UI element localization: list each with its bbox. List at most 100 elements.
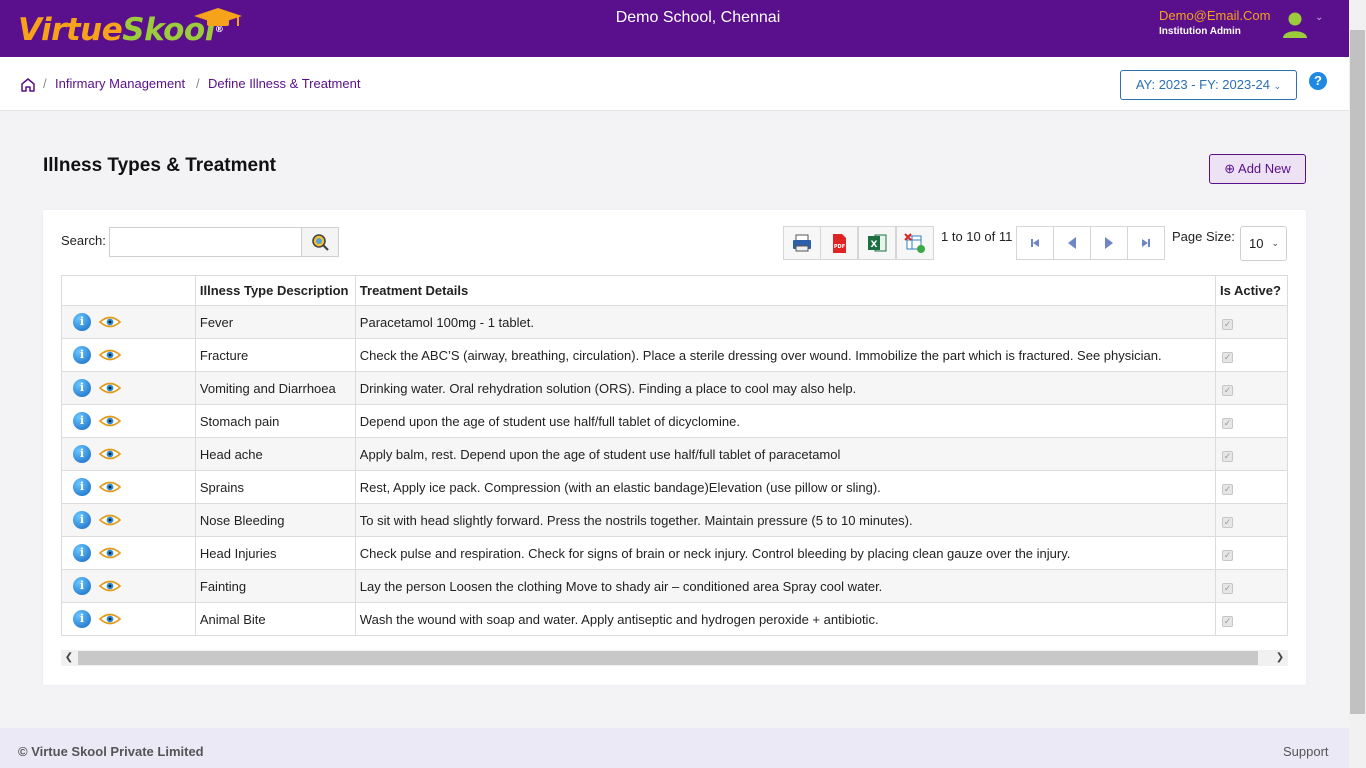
table-row: i Fever Paracetamol 100mg - 1 tablet. ✓ [61, 305, 1288, 339]
table-row: i Sprains Rest, Apply ice pack. Compressio… [61, 470, 1288, 504]
last-page-button[interactable] [1127, 226, 1165, 260]
graduation-cap-icon [194, 8, 242, 26]
info-icon[interactable]: i [73, 610, 91, 628]
printer-icon [793, 234, 811, 252]
info-icon[interactable]: i [73, 445, 91, 463]
treatment-cell: Check the ABC’S (airway, breathing, circ… [354, 338, 1217, 372]
chevron-down-icon[interactable]: ⌄ [1315, 12, 1323, 23]
scroll-right-icon[interactable]: ❯ [1272, 650, 1288, 666]
treatment-cell: Lay the person Loosen the clothing Move … [354, 569, 1217, 603]
column-header-illness[interactable]: Illness Type Description [194, 275, 356, 306]
table-horizontal-scrollbar[interactable]: ❮ ❯ [61, 650, 1288, 666]
page-scrollbar-thumb[interactable] [1350, 30, 1365, 714]
eye-icon[interactable] [99, 447, 121, 461]
active-cell: ✓ [1215, 569, 1288, 603]
first-page-button[interactable] [1016, 226, 1054, 260]
breadcrumb: / Infirmary Management / Define Illness … [0, 57, 1349, 111]
active-checkbox[interactable]: ✓ [1222, 582, 1233, 594]
table-scrollbar-thumb[interactable] [78, 651, 1258, 665]
eye-icon[interactable] [99, 315, 121, 329]
app-logo[interactable]: VirtueSkool® [18, 8, 242, 52]
info-icon[interactable]: i [73, 346, 91, 364]
active-checkbox[interactable]: ✓ [1222, 417, 1233, 429]
user-avatar-icon[interactable] [1282, 11, 1308, 39]
treatment-cell: Depend upon the age of student use half/… [354, 404, 1217, 438]
table-row: i Stomach pain Depend upon the age of stud… [61, 404, 1288, 438]
row-actions: i [61, 602, 196, 636]
treatment-cell: Drinking water. Oral rehydration solutio… [354, 371, 1217, 405]
active-checkbox[interactable]: ✓ [1222, 318, 1233, 330]
active-cell: ✓ [1215, 437, 1288, 471]
search-label: Search: [61, 233, 106, 248]
active-cell: ✓ [1215, 305, 1288, 339]
illness-cell: Head Injuries [194, 536, 356, 570]
table-row: i Vomiting and Diarrhoea Drinking water. O… [61, 371, 1288, 405]
eye-icon[interactable] [99, 612, 121, 626]
table-row: i Animal Bite Wash the wound with soap and… [61, 602, 1288, 636]
info-icon[interactable]: i [73, 412, 91, 430]
column-header-active[interactable]: Is Active? [1215, 275, 1288, 306]
scroll-left-icon[interactable]: ❮ [61, 650, 77, 666]
treatment-cell: Apply balm, rest. Depend upon the age of… [354, 437, 1217, 471]
help-icon[interactable]: ? [1309, 72, 1327, 90]
svg-text:X: X [871, 240, 878, 250]
active-cell: ✓ [1215, 338, 1288, 372]
table-row: i Head Injuries Check pulse and respiratio… [61, 536, 1288, 570]
search-input[interactable] [109, 227, 302, 257]
info-icon[interactable]: i [73, 379, 91, 397]
active-checkbox[interactable]: ✓ [1222, 384, 1233, 396]
previous-page-icon [1068, 237, 1076, 249]
active-checkbox[interactable]: ✓ [1222, 549, 1233, 561]
eye-icon[interactable] [99, 579, 121, 593]
add-new-button[interactable]: ⊕ Add New [1209, 154, 1306, 184]
illness-cell: Animal Bite [194, 602, 356, 636]
next-page-button[interactable] [1090, 226, 1128, 260]
illness-cell: Nose Bleeding [194, 503, 356, 537]
eye-icon[interactable] [99, 414, 121, 428]
active-checkbox[interactable]: ✓ [1222, 615, 1233, 627]
copyright-text: © Virtue Skool Private Limited [18, 744, 204, 759]
active-checkbox[interactable]: ✓ [1222, 450, 1233, 462]
user-email[interactable]: Demo@Email.Com [1159, 8, 1270, 23]
column-chooser-button[interactable] [896, 226, 934, 260]
illness-cell: Vomiting and Diarrhoea [194, 371, 356, 405]
export-excel-button[interactable]: X [858, 226, 896, 260]
eye-icon[interactable] [99, 348, 121, 362]
search-button[interactable] [301, 227, 339, 257]
chevron-down-icon: ⌄ [1271, 238, 1279, 248]
illness-cell: Fever [194, 305, 356, 339]
info-icon[interactable]: i [73, 544, 91, 562]
treatment-cell: Rest, Apply ice pack. Compression (with … [354, 470, 1217, 504]
illness-cell: Sprains [194, 470, 356, 504]
print-button[interactable] [783, 226, 821, 260]
breadcrumb-infirmary-management[interactable]: Infirmary Management [55, 76, 185, 91]
eye-icon[interactable] [99, 513, 121, 527]
info-icon[interactable]: i [73, 511, 91, 529]
info-icon[interactable]: i [73, 478, 91, 496]
illness-cell: Head ache [194, 437, 356, 471]
page-size-label: Page Size: [1172, 229, 1235, 244]
info-icon[interactable]: i [73, 313, 91, 331]
home-icon[interactable] [20, 77, 36, 93]
excel-icon: X [868, 234, 887, 252]
active-cell: ✓ [1215, 371, 1288, 405]
support-link[interactable]: Support [1283, 744, 1329, 759]
active-checkbox[interactable]: ✓ [1222, 483, 1233, 495]
illness-table: Illness Type Description Treatment Detai… [61, 275, 1288, 636]
academic-year-dropdown[interactable]: AY: 2023 - FY: 2023-24 ⌄ [1120, 70, 1297, 100]
breadcrumb-define-illness[interactable]: Define Illness & Treatment [208, 76, 360, 91]
row-actions: i [61, 338, 196, 372]
active-checkbox[interactable]: ✓ [1222, 516, 1233, 528]
row-actions: i [61, 536, 196, 570]
column-header-treatment[interactable]: Treatment Details [354, 275, 1217, 306]
eye-icon[interactable] [99, 546, 121, 560]
eye-icon[interactable] [99, 480, 121, 494]
page-scrollbar[interactable] [1349, 0, 1366, 768]
previous-page-button[interactable] [1053, 226, 1091, 260]
page-size-select[interactable]: 10 ⌄ [1240, 226, 1287, 261]
info-icon[interactable]: i [73, 577, 91, 595]
eye-icon[interactable] [99, 381, 121, 395]
table-header-row: Illness Type Description Treatment Detai… [61, 275, 1288, 306]
active-checkbox[interactable]: ✓ [1222, 351, 1233, 363]
export-pdf-button[interactable]: PDF [820, 226, 858, 260]
